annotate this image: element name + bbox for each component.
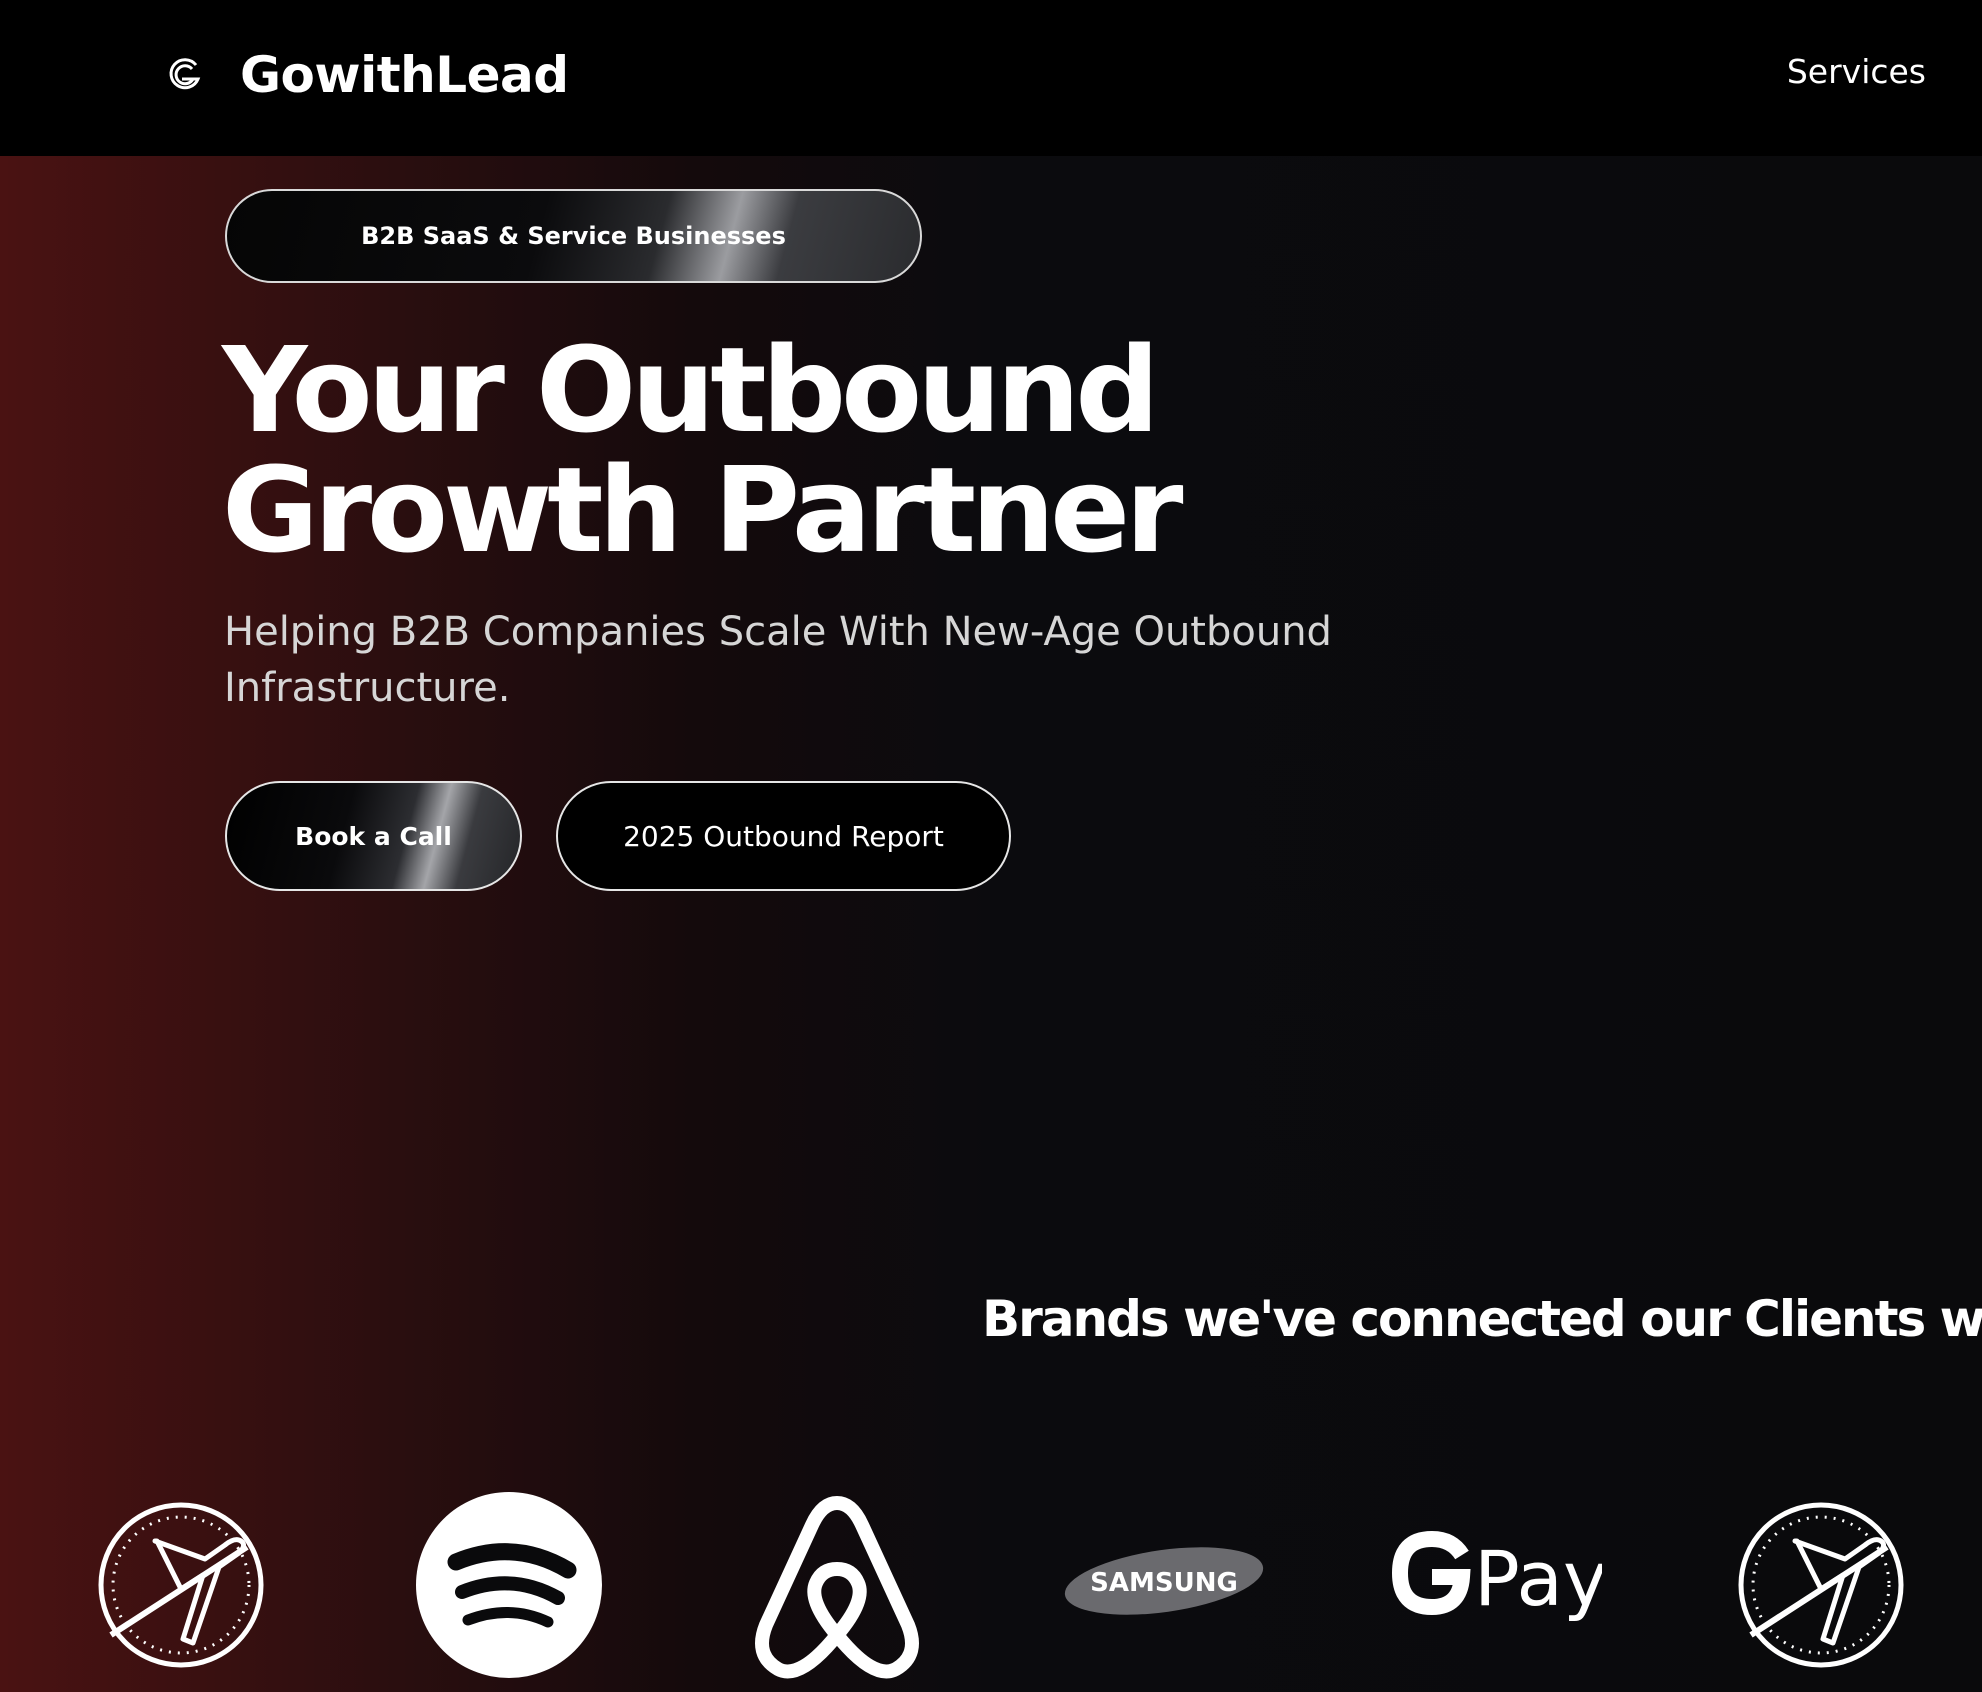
plane-badge-icon	[98, 1502, 264, 1668]
book-a-call-button[interactable]: Book a Call	[225, 781, 522, 891]
brands-section-title: Brands we've connected our Clients with	[982, 1290, 1982, 1348]
brand-logo-strip: SAMSUNG Pay	[0, 1485, 1982, 1685]
headline-line-2: Growth Partner	[222, 441, 1183, 579]
outbound-report-button[interactable]: 2025 Outbound Report	[556, 781, 1011, 891]
headline-line-1: Your Outbound	[222, 321, 1160, 459]
brand-mark-icon	[169, 58, 201, 90]
hero-headline: Your Outbound Growth Partner	[222, 321, 1183, 579]
gpay-wordmark: Pay	[1474, 1534, 1602, 1623]
audience-badge: B2B SaaS & Service Businesses	[225, 189, 922, 283]
airbnb-icon	[755, 1496, 919, 1679]
hero-subheadline: Helping B2B Companies Scale With New-Age…	[224, 609, 1332, 711]
top-navigation-bar: GowithLead Services	[0, 0, 1982, 156]
gpay-icon: Pay	[1391, 1530, 1602, 1623]
spotify-icon	[416, 1492, 602, 1678]
samsung-wordmark: SAMSUNG	[1090, 1568, 1238, 1598]
samsung-icon: SAMSUNG	[1064, 1547, 1264, 1615]
plane-badge-icon	[1738, 1502, 1904, 1668]
brand-name: GowithLead	[240, 46, 569, 104]
nav-link-services[interactable]: Services	[1787, 52, 1926, 91]
brand-logo[interactable]: GowithLead	[160, 40, 569, 110]
